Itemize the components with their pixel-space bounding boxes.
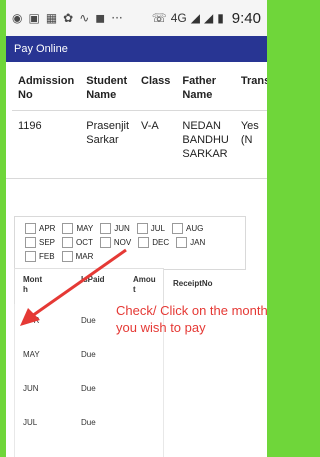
app-frame: ◉ ▣ ▦ ✿ ∿ ◼ ··· ☏ 4G ◢ ◢ ▮ 9:40 Pay Onli… xyxy=(6,0,267,457)
annotation-arrow-icon xyxy=(20,248,127,326)
annotation-text: Check/ Click on the month you wish to pa… xyxy=(116,303,267,335)
